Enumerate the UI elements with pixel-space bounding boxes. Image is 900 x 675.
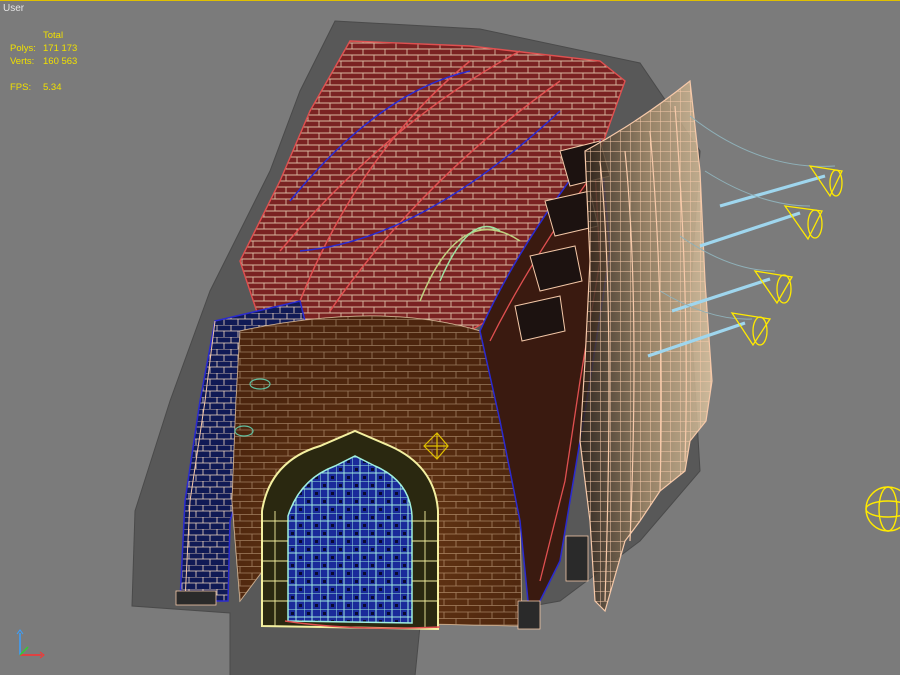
3d-scene-canvas[interactable] (0, 1, 900, 675)
fps-label: FPS: (10, 82, 32, 93)
spotlight-icon[interactable] (730, 312, 772, 347)
fps-value: 5.34 (43, 82, 62, 93)
stats-polys-row: Polys: 171 173 (10, 42, 77, 55)
stats-verts-row: Verts: 160 563 (10, 55, 77, 68)
stats-fps-row: FPS: 5.34 (10, 81, 77, 94)
stats-overlay: Total Polys: 171 173 Verts: 160 563 FPS:… (10, 29, 77, 94)
spotlight-icon[interactable] (783, 205, 823, 241)
spotlight-icon[interactable] (753, 270, 794, 305)
xyz-axis-icon (16, 629, 45, 659)
polys-value: 171 173 (43, 43, 78, 54)
stats-header: Total (43, 30, 64, 41)
omni-light-icon[interactable] (865, 486, 900, 532)
viewport-user[interactable]: User Total Polys: 171 173 Verts: 160 563… (0, 0, 900, 675)
viewport-label[interactable]: User (3, 3, 24, 14)
verts-value: 160 563 (43, 56, 78, 67)
spotlight-icon[interactable] (808, 165, 843, 198)
verts-label: Verts: (10, 56, 35, 67)
polys-label: Polys: (10, 43, 36, 54)
